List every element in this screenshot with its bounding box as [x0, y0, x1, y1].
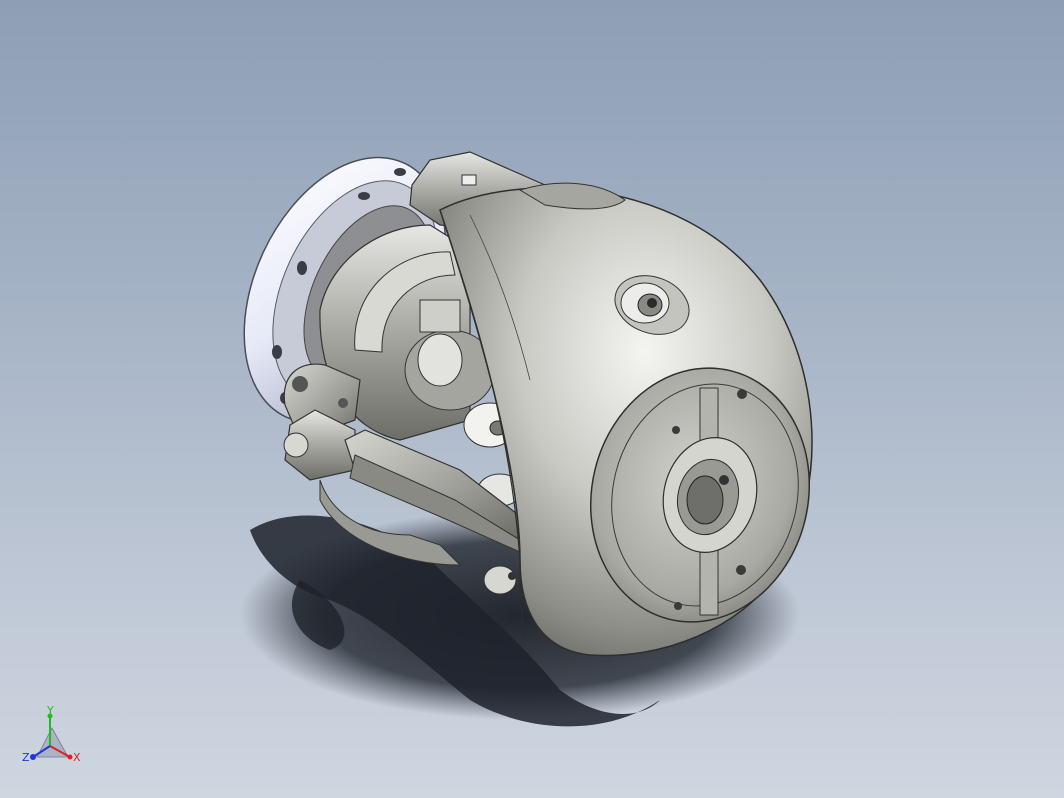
model-scene[interactable]: Y X Z [0, 0, 1064, 798]
triad-z-label: Z [22, 751, 30, 764]
view-triad[interactable]: Y X Z [22, 704, 81, 764]
triad-z-tip [30, 754, 36, 760]
triad-y-label: Y [46, 704, 54, 717]
triad-x-label: X [73, 751, 81, 764]
cad-viewport[interactable]: Y X Z [0, 0, 1064, 798]
triad-x-tip [67, 754, 73, 760]
